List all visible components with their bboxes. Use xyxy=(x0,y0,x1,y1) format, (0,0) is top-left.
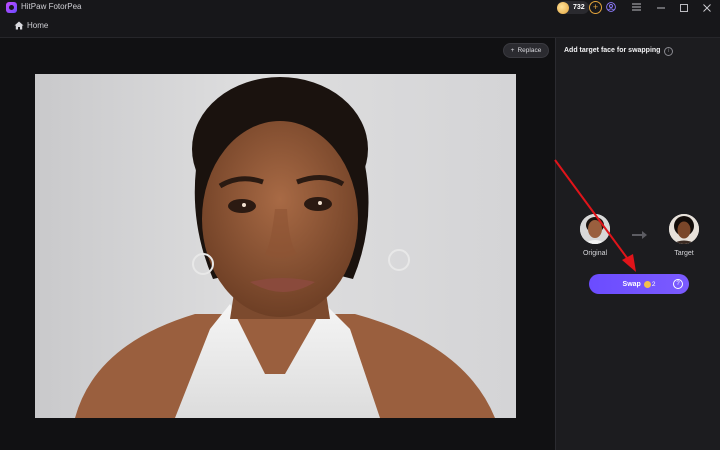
replace-button[interactable]: + Replace xyxy=(503,43,549,58)
home-icon[interactable] xyxy=(14,21,24,30)
swap-label: Swap xyxy=(622,280,641,288)
minimize-icon xyxy=(657,7,665,8)
original-face-image xyxy=(580,214,610,244)
breadcrumb: Home xyxy=(0,15,720,38)
original-photo xyxy=(35,74,516,418)
maximize-button[interactable] xyxy=(673,0,695,15)
replace-label: Replace xyxy=(517,47,542,54)
menu-icon[interactable] xyxy=(632,3,641,11)
panel-title: Add target face for swapping xyxy=(564,47,661,54)
swap-button[interactable]: Swap 2 ? xyxy=(589,274,689,294)
close-icon xyxy=(703,3,711,12)
maximize-icon xyxy=(680,3,688,12)
target-label: Target xyxy=(674,250,694,257)
arrow-right-icon xyxy=(632,231,647,239)
info-icon[interactable]: i xyxy=(664,47,673,56)
app-logo-icon xyxy=(6,2,17,13)
swap-panel: Add target face for swapping i Original … xyxy=(555,38,720,450)
target-face-thumbnail[interactable] xyxy=(669,214,699,244)
title-bar: HitPaw FotorPea 732 + xyxy=(0,0,720,15)
coin-balance[interactable]: 732 xyxy=(557,1,589,14)
portrait-image xyxy=(75,77,495,418)
help-icon[interactable]: ? xyxy=(673,279,683,289)
coin-icon xyxy=(643,280,651,288)
minimize-button[interactable] xyxy=(650,0,672,15)
swap-cost: 2 xyxy=(651,280,656,288)
coin-count: 732 xyxy=(573,4,585,11)
app-title: HitPaw FotorPea xyxy=(21,2,82,11)
original-face-thumbnail[interactable] xyxy=(580,214,610,244)
target-face-image xyxy=(669,214,699,244)
original-label: Original xyxy=(582,250,608,257)
breadcrumb-home[interactable]: Home xyxy=(27,21,48,30)
close-button[interactable] xyxy=(696,0,718,15)
canvas-area: + Replace xyxy=(0,38,555,450)
plus-icon: + xyxy=(510,47,515,54)
profile-icon[interactable] xyxy=(606,2,616,12)
add-coin-icon[interactable]: + xyxy=(589,1,602,14)
coin-icon xyxy=(557,1,569,14)
